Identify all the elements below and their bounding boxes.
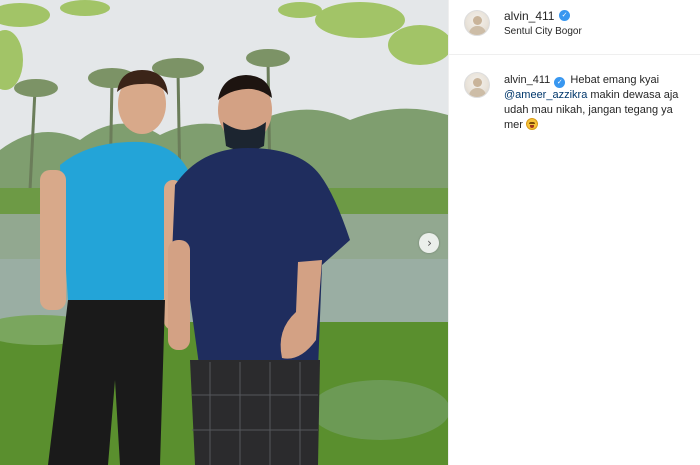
caption-avatar[interactable] — [464, 72, 490, 98]
post-photo[interactable]: › — [0, 0, 448, 465]
caption-username[interactable]: alvin_411 — [504, 74, 550, 86]
photo-scene — [0, 0, 448, 465]
caption-mention-link[interactable]: @ameer_azzikra — [504, 89, 587, 101]
caption-text-before: Hebat emang kyai — [570, 74, 660, 86]
grinning-sweat-emoji-icon — [526, 118, 539, 130]
post-header: alvin_411 ✓ Sentul City Bogor — [449, 0, 700, 55]
carousel-next-button[interactable]: › — [419, 233, 439, 253]
avatar[interactable] — [464, 10, 490, 36]
post-side-panel: alvin_411 ✓ Sentul City Bogor alvin_411 … — [448, 0, 700, 465]
verified-badge-icon: ✓ — [554, 77, 566, 88]
verified-badge-icon: ✓ — [559, 10, 570, 21]
chevron-right-icon: › — [427, 236, 432, 250]
post-location[interactable]: Sentul City Bogor — [504, 26, 582, 37]
post-username[interactable]: alvin_411 — [504, 9, 554, 23]
post-caption: alvin_411 ✓ Hebat emang kyai @ameer_azzi… — [504, 73, 689, 133]
